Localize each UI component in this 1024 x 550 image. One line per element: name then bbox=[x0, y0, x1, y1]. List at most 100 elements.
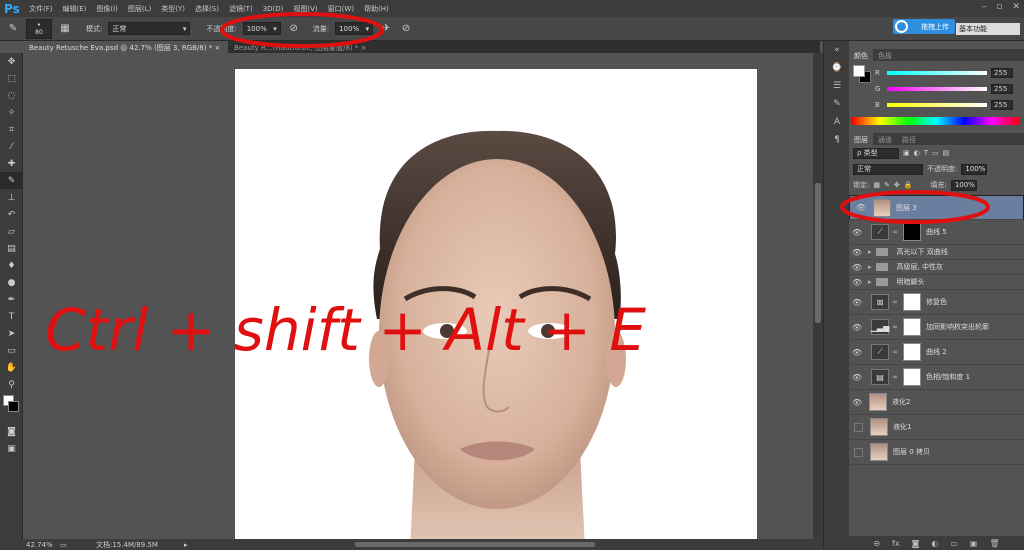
shape-tool-icon[interactable]: ▭ bbox=[0, 342, 23, 359]
hand-tool-icon[interactable]: ✋ bbox=[0, 359, 23, 376]
eyedropper-tool-icon[interactable]: ⁄ bbox=[0, 138, 23, 155]
menu-view[interactable]: 视图(V) bbox=[288, 4, 322, 14]
filter-smart-icon[interactable]: ▤ bbox=[943, 149, 950, 157]
layer-group-row[interactable]: 👁 ▸ 高级层, 中性灰 bbox=[849, 260, 1024, 275]
zoom-level[interactable]: 42.74% bbox=[26, 541, 56, 549]
path-select-tool-icon[interactable]: ➤ bbox=[0, 325, 23, 342]
menu-layer[interactable]: 图层(L) bbox=[123, 4, 156, 14]
layer-filter-select[interactable]: ρ 类型 bbox=[853, 147, 899, 159]
color-swatches-icon[interactable] bbox=[0, 393, 23, 423]
lock-transparent-icon[interactable]: ▦ bbox=[873, 181, 880, 189]
layer-mask-thumbnail[interactable] bbox=[903, 318, 921, 336]
close-tab-icon[interactable]: × bbox=[214, 44, 220, 52]
brush-preset-picker[interactable]: • 80 bbox=[26, 18, 52, 39]
expand-arrow-icon[interactable]: ▸ bbox=[868, 248, 872, 256]
eye-icon[interactable]: 👁 bbox=[849, 263, 865, 272]
layer-row[interactable]: 👁 ▤ ∞ 色相/饱和度 1 bbox=[849, 365, 1024, 390]
brush-tool-icon[interactable]: ✎ bbox=[0, 172, 23, 189]
layer-row[interactable]: 液化1 bbox=[849, 415, 1024, 440]
workspace-select[interactable]: 基本功能 bbox=[956, 23, 1020, 35]
screen-mode-icon[interactable]: ▣ bbox=[0, 440, 23, 457]
menu-image[interactable]: 图像(I) bbox=[91, 4, 123, 14]
trash-icon[interactable]: 🗑 bbox=[989, 539, 999, 548]
fx-icon[interactable]: fx bbox=[892, 539, 900, 548]
paragraph-panel-icon[interactable]: ¶ bbox=[824, 131, 850, 149]
upload-button[interactable]: 拖拽上传 bbox=[893, 19, 955, 34]
airbrush-icon[interactable]: ✈ bbox=[379, 22, 393, 36]
canvas-area[interactable] bbox=[23, 53, 813, 539]
menu-file[interactable]: 文件(F) bbox=[24, 4, 58, 14]
zoom-tool-icon[interactable]: ⚲ bbox=[0, 376, 23, 393]
pressure-size-icon[interactable]: ⊘ bbox=[399, 22, 413, 36]
doc-tab-inactive[interactable]: Beauty R…(Hautfarbe, 图层蒙版/8) * × bbox=[228, 41, 418, 53]
horizontal-scroll-thumb[interactable] bbox=[355, 542, 595, 547]
pen-tool-icon[interactable]: ✒ bbox=[0, 291, 23, 308]
menu-3d[interactable]: 3D(D) bbox=[258, 5, 289, 13]
eye-icon[interactable]: 👁 bbox=[849, 248, 865, 257]
doc-tab-active[interactable]: Beauty Retusche Eva.psd @ 42.7% (图层 3, R… bbox=[23, 41, 228, 53]
brush-panel-icon[interactable]: ✎ bbox=[824, 95, 850, 113]
new-layer-icon[interactable]: ▣ bbox=[970, 539, 978, 548]
tab-channels[interactable]: 通道 bbox=[873, 133, 897, 145]
brush-panel-toggle-icon[interactable]: ▦ bbox=[58, 22, 72, 36]
eye-icon[interactable]: 👁 bbox=[849, 398, 865, 407]
layer-mask-thumbnail[interactable] bbox=[903, 368, 921, 386]
gradient-tool-icon[interactable]: ▤ bbox=[0, 240, 23, 257]
healing-brush-tool-icon[interactable]: ✚ bbox=[0, 155, 23, 172]
layer-row[interactable]: 👁 液化2 bbox=[849, 390, 1024, 415]
lasso-tool-icon[interactable]: ◌ bbox=[0, 87, 23, 104]
filter-type-icon[interactable]: T bbox=[924, 149, 928, 157]
minimize-icon[interactable]: – bbox=[982, 2, 987, 12]
channel-slider[interactable] bbox=[887, 71, 987, 75]
color-spectrum[interactable] bbox=[852, 117, 1020, 125]
close-icon[interactable]: ✕ bbox=[1012, 2, 1020, 12]
channel-slider[interactable] bbox=[887, 87, 987, 91]
fill-field[interactable]: 100% bbox=[950, 179, 977, 191]
new-group-icon[interactable]: ▭ bbox=[950, 539, 958, 548]
layer-group-row[interactable]: 👁 ▸ 明暗脚头 bbox=[849, 275, 1024, 290]
lock-position-icon[interactable]: ✥ bbox=[894, 181, 900, 189]
flow-field[interactable]: 100% ▾ bbox=[335, 22, 374, 35]
character-panel-icon[interactable]: A bbox=[824, 113, 850, 131]
channel-value[interactable]: 255 bbox=[991, 100, 1013, 110]
menu-type[interactable]: 类型(Y) bbox=[156, 4, 190, 14]
lock-all-icon[interactable]: 🔒 bbox=[904, 181, 913, 189]
brush-tool-icon[interactable]: ✎ bbox=[6, 22, 20, 36]
move-tool-icon[interactable]: ✥ bbox=[0, 53, 23, 70]
tab-swatches[interactable]: 色板 bbox=[873, 49, 897, 61]
channel-value[interactable]: 255 bbox=[991, 84, 1013, 94]
channel-slider[interactable] bbox=[887, 103, 987, 107]
menu-window[interactable]: 窗口(W) bbox=[323, 4, 359, 14]
add-mask-icon[interactable]: ◙ bbox=[912, 539, 920, 548]
vertical-scrollbar[interactable] bbox=[813, 53, 823, 539]
scroll-thumb[interactable] bbox=[815, 183, 821, 323]
menu-help[interactable]: 帮助(H) bbox=[359, 4, 394, 14]
quick-mask-icon[interactable]: ◙ bbox=[0, 423, 23, 440]
collapse-icon[interactable]: « bbox=[824, 41, 850, 59]
clone-stamp-tool-icon[interactable]: ⊥ bbox=[0, 189, 23, 206]
eye-icon[interactable]: 👁 bbox=[849, 348, 865, 357]
expand-arrow-icon[interactable]: ▸ bbox=[868, 278, 872, 286]
maximize-icon[interactable]: ▫ bbox=[996, 2, 1002, 12]
eye-icon[interactable]: 👁 bbox=[849, 323, 865, 332]
properties-panel-icon[interactable]: ☰ bbox=[824, 77, 850, 95]
layer-mask-thumbnail[interactable] bbox=[903, 223, 921, 241]
layer-row[interactable]: 👁 ▁▃▅ ∞ 加同影响枚突出轮廓 bbox=[849, 315, 1024, 340]
opacity-field[interactable]: 100% ▾ bbox=[242, 22, 281, 35]
eye-icon[interactable]: 👁 bbox=[849, 298, 865, 307]
layer-opacity-field[interactable]: 100% bbox=[961, 163, 988, 175]
tab-paths[interactable]: 路径 bbox=[897, 133, 921, 145]
layer-row[interactable]: 👁 ⟋ ∞ 曲线 5 bbox=[849, 220, 1024, 245]
history-panel-icon[interactable]: ⌚ bbox=[824, 59, 850, 77]
status-menu-icon[interactable]: ▸ bbox=[184, 541, 188, 549]
mode-select[interactable]: 正常 ▾ bbox=[108, 22, 191, 35]
eye-icon[interactable]: 👁 bbox=[849, 278, 865, 287]
blend-mode-select[interactable]: 正常 bbox=[853, 163, 923, 175]
tab-color[interactable]: 颜色 bbox=[849, 49, 873, 61]
layer-row[interactable]: 👁 ⊠ ∞ 修复色 bbox=[849, 290, 1024, 315]
close-tab-icon[interactable]: × bbox=[361, 44, 367, 52]
eye-icon[interactable]: 👁 bbox=[849, 373, 865, 382]
layer-row[interactable]: 图层 0 拷贝 bbox=[849, 440, 1024, 465]
tab-layers[interactable]: 图层 bbox=[849, 133, 873, 145]
lock-image-icon[interactable]: ✎ bbox=[884, 181, 890, 189]
